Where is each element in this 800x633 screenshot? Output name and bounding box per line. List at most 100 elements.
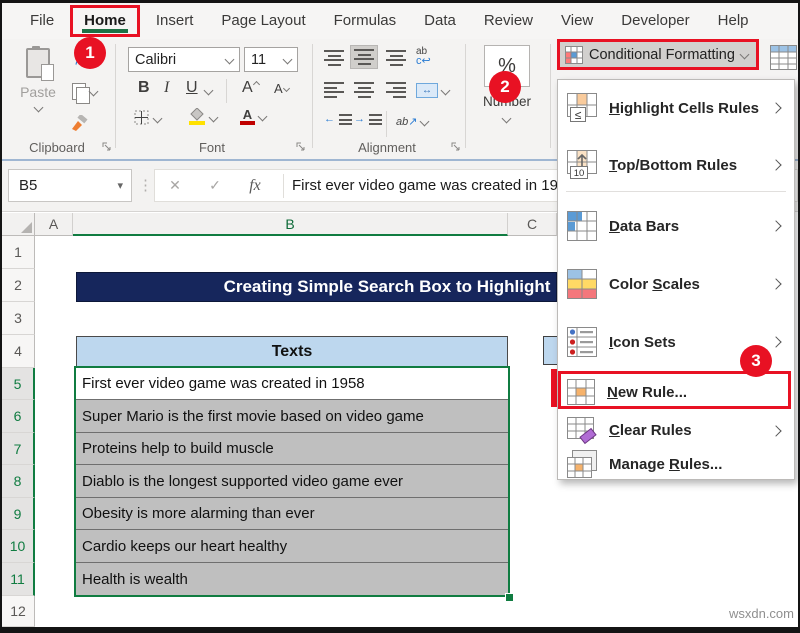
- tab-help[interactable]: Help: [704, 4, 763, 38]
- title-banner-cell[interactable]: Creating Simple Search Box to Highlight: [76, 272, 557, 302]
- menu-item-highlight-cells-rules[interactable]: ≤ Highlight Cells Rules: [558, 86, 794, 130]
- row-header-8[interactable]: 8: [2, 465, 35, 498]
- row-header-3[interactable]: 3: [2, 302, 35, 335]
- font-dialog-launcher[interactable]: [296, 142, 307, 153]
- row-header-9[interactable]: 9: [2, 498, 35, 530]
- increase-indent-button[interactable]: →: [354, 114, 382, 125]
- tab-file[interactable]: File: [16, 4, 68, 38]
- middle-align-icon: [354, 49, 374, 65]
- bottom-align-icon: [386, 50, 406, 66]
- row-header-12[interactable]: 12: [2, 596, 35, 627]
- label-key: S: [652, 276, 662, 293]
- format-painter-button[interactable]: [71, 115, 88, 132]
- merge-center-icon: ↔: [416, 83, 438, 98]
- align-left-button[interactable]: [324, 82, 344, 98]
- tab-formulas[interactable]: Formulas: [320, 4, 411, 38]
- cell-b8[interactable]: Diablo is the longest supported video ga…: [76, 465, 508, 498]
- top-align-button[interactable]: [324, 50, 344, 66]
- tab-data[interactable]: Data: [410, 4, 470, 38]
- label-post: cales: [662, 276, 700, 293]
- cell-b9[interactable]: Obesity is more alarming than ever: [76, 498, 508, 530]
- formula-text[interactable]: First ever video game was created in 195…: [292, 177, 575, 194]
- cell-b7[interactable]: Proteins help to build muscle: [76, 433, 508, 465]
- copy-button[interactable]: [72, 83, 97, 100]
- cell-b11[interactable]: Health is wealth: [76, 563, 508, 596]
- italic-button[interactable]: I: [164, 79, 169, 97]
- underline-button[interactable]: U: [186, 79, 198, 97]
- formula-bar-divider-handle[interactable]: ⋮: [138, 169, 153, 202]
- name-box[interactable]: B5 ▾: [8, 169, 132, 202]
- bold-button[interactable]: B: [138, 79, 150, 97]
- cell-b6[interactable]: Super Mario is the first movie based on …: [76, 400, 508, 433]
- borders-button[interactable]: [134, 110, 161, 126]
- menu-item-top-bottom-rules[interactable]: 10 Top/Bottom Rules: [558, 143, 794, 187]
- row-header-2[interactable]: 2: [2, 269, 35, 302]
- label-key: D: [609, 218, 620, 235]
- menu-item-label: Icon Sets: [609, 334, 676, 351]
- decrease-indent-button[interactable]: ←: [324, 114, 352, 125]
- grow-font-button[interactable]: A: [242, 79, 259, 97]
- format-as-table-icon[interactable]: [770, 45, 798, 71]
- menu-item-manage-rules[interactable]: Manage Rules...: [558, 448, 794, 481]
- table-header-cell[interactable]: Texts: [76, 336, 508, 367]
- label-post: lear Rules: [620, 422, 692, 439]
- column-header-a[interactable]: A: [35, 213, 73, 236]
- paste-label: Paste: [20, 84, 56, 100]
- fill-handle[interactable]: [505, 593, 514, 602]
- middle-align-button[interactable]: [350, 45, 378, 69]
- select-all-corner[interactable]: [2, 213, 35, 236]
- row-header-10[interactable]: 10: [2, 530, 35, 563]
- excel-window: File Home Insert Page Layout Formulas Da…: [0, 0, 800, 633]
- font-color-bar: [240, 121, 255, 125]
- active-cell-b5[interactable]: First ever video game was created in 195…: [76, 368, 508, 400]
- alignment-group-label: Alignment: [332, 140, 442, 155]
- merge-center-button[interactable]: ↔: [416, 83, 449, 98]
- row-header-1[interactable]: 1: [2, 236, 35, 269]
- font-name-select[interactable]: Calibri: [128, 47, 240, 72]
- row-header-6[interactable]: 6: [2, 400, 35, 433]
- label-post: ighlight Cells Rules: [620, 100, 759, 117]
- paste-button[interactable]: Paste: [14, 45, 62, 141]
- tab-developer[interactable]: Developer: [607, 4, 703, 38]
- font-size-select[interactable]: 11: [244, 47, 298, 72]
- menu-item-clear-rules[interactable]: Clear Rules: [558, 413, 794, 448]
- bottom-align-button[interactable]: [386, 50, 406, 66]
- row-header-5[interactable]: 5: [2, 368, 35, 400]
- tab-review[interactable]: Review: [470, 4, 547, 38]
- svg-text:≤: ≤: [575, 108, 582, 122]
- orientation-icon: ab↗: [396, 112, 417, 130]
- number-chevron[interactable]: [502, 114, 512, 124]
- alignment-dialog-launcher[interactable]: [451, 142, 462, 153]
- tab-insert[interactable]: Insert: [142, 4, 208, 38]
- align-right-button[interactable]: [386, 82, 406, 98]
- small-divider: [386, 111, 387, 137]
- orientation-button[interactable]: ab↗: [396, 112, 428, 130]
- cell-b10[interactable]: Cardio keeps our heart healthy: [76, 530, 508, 563]
- menu-item-data-bars[interactable]: Data Bars: [558, 204, 794, 248]
- font-color-button[interactable]: A: [240, 108, 266, 125]
- shrink-font-button[interactable]: A: [274, 81, 289, 96]
- wrap-text-button[interactable]: ab c↩: [416, 47, 431, 67]
- tab-view[interactable]: View: [547, 4, 607, 38]
- borders-icon: [134, 110, 150, 126]
- menu-item-new-rule[interactable]: New Rule...: [558, 374, 794, 410]
- clipboard-dialog-launcher[interactable]: [102, 142, 113, 153]
- row-header-4[interactable]: 4: [2, 335, 35, 368]
- search-box-header-fragment[interactable]: [543, 336, 557, 365]
- center-button[interactable]: [354, 82, 374, 98]
- conditional-formatting-button[interactable]: Conditional Formatting: [557, 39, 759, 70]
- row-header-11[interactable]: 11: [2, 563, 35, 596]
- paste-dropdown-chevron: [33, 103, 43, 113]
- menu-item-color-scales[interactable]: Color Scales: [558, 262, 794, 306]
- indent-bars: [339, 114, 352, 125]
- tab-home[interactable]: Home: [70, 5, 140, 37]
- insert-function-button[interactable]: fx: [235, 177, 275, 195]
- column-header-c[interactable]: C: [508, 213, 557, 236]
- row-header-7[interactable]: 7: [2, 433, 35, 465]
- enter-button[interactable]: ✓: [195, 177, 235, 194]
- fill-color-button[interactable]: [188, 108, 217, 126]
- tab-page-layout[interactable]: Page Layout: [207, 4, 319, 38]
- top-bottom-rules-icon: 10: [567, 150, 597, 180]
- cancel-button[interactable]: ✕: [155, 177, 195, 194]
- column-header-b[interactable]: B: [73, 213, 508, 236]
